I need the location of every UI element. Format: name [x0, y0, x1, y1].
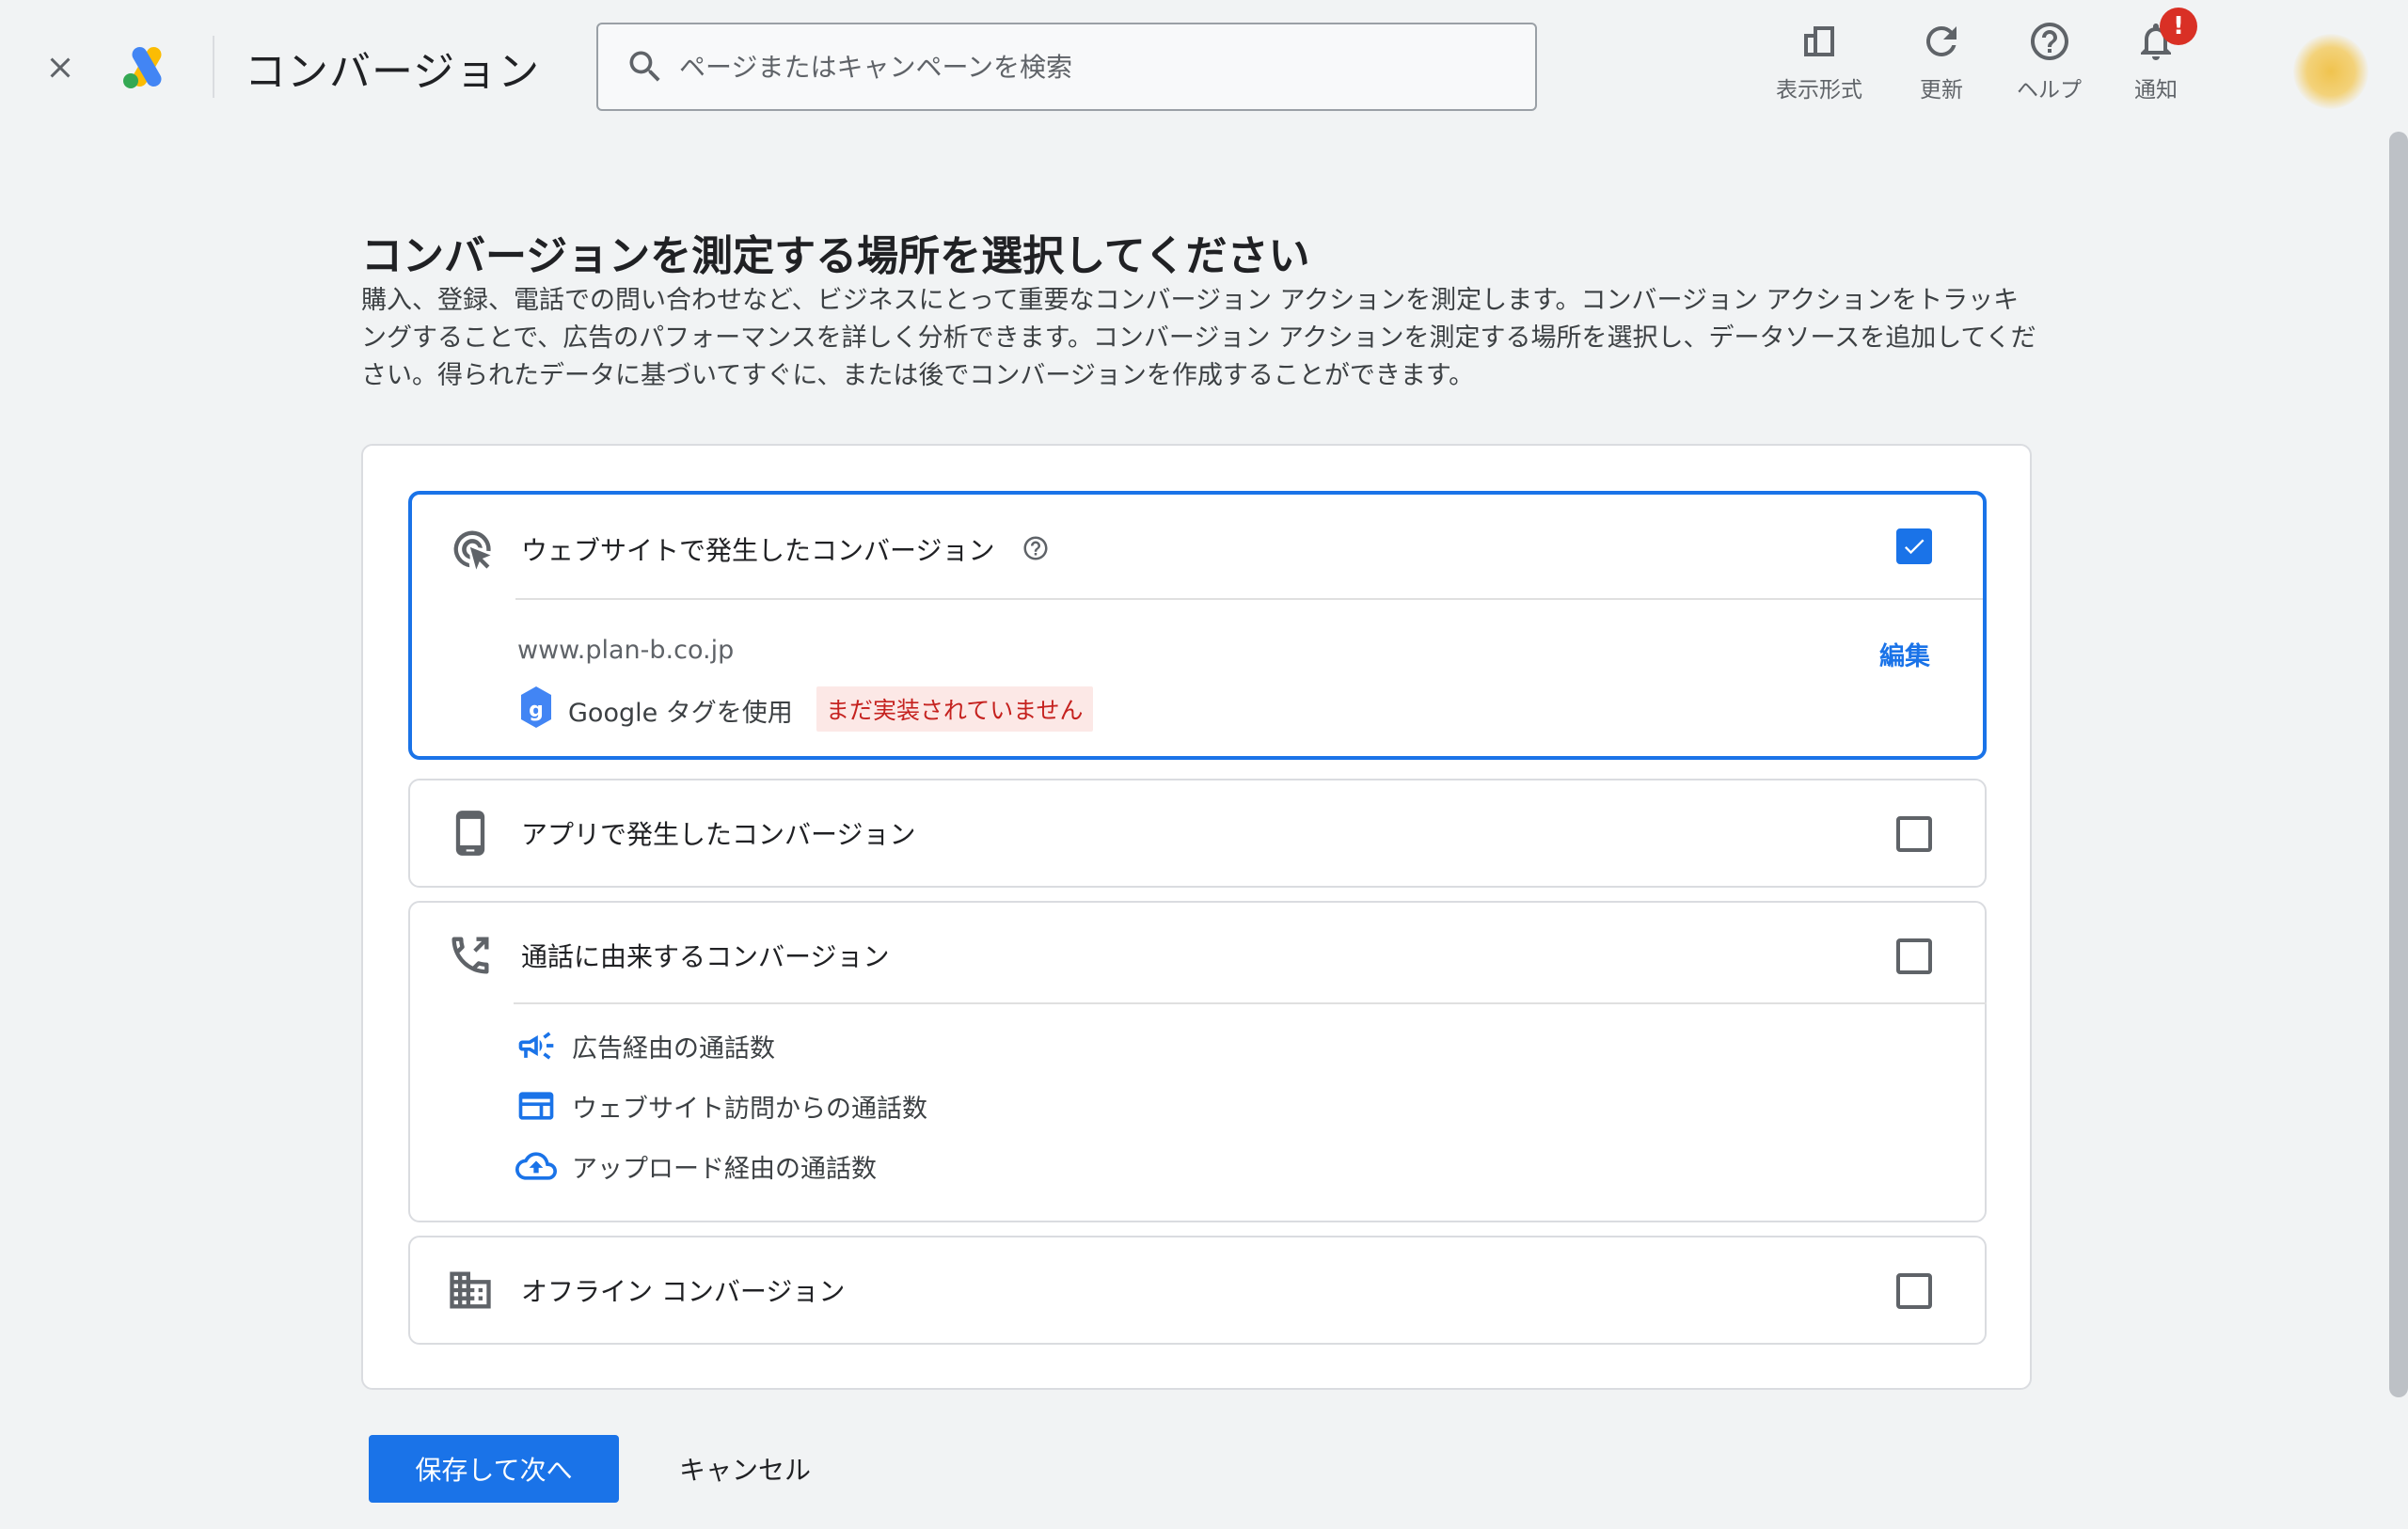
website-option-checkbox[interactable]: [1896, 528, 1932, 564]
call-source-upload-label: アップロード経由の通話数: [572, 1154, 877, 1184]
website-url: www.plan-b.co.jp: [517, 636, 735, 665]
option-offline-conversions[interactable]: オフライン コンバージョン: [408, 1236, 1987, 1345]
implementation-status-badge: まだ実装されていません: [816, 686, 1093, 732]
search-box[interactable]: [596, 23, 1537, 111]
offline-option-label: オフライン コンバージョン: [521, 1276, 846, 1307]
check-icon: [1904, 539, 1925, 555]
conversion-source-card: ウェブサイトで発生したコンバージョン www.plan-b.co.jp 編集 g…: [361, 444, 2032, 1390]
page-title: コンバージョンを測定する場所を選択してください: [361, 232, 1310, 280]
call-source-upload: アップロード経由の通話数: [515, 1145, 877, 1187]
close-button[interactable]: [38, 45, 83, 90]
building-icon: [450, 1271, 491, 1309]
account-avatar[interactable]: [2293, 34, 2368, 109]
website-option-label: ウェブサイトで発生したコンバージョン: [521, 535, 995, 566]
close-icon: [50, 57, 71, 78]
smartphone-icon: [455, 811, 485, 856]
option-call-conversions[interactable]: 通話に由来するコンバージョン 広告経由の通話数 ウェブサイト訪問からの通話数 ア…: [408, 901, 1987, 1222]
svg-text:g: g: [529, 699, 544, 722]
save-and-next-button[interactable]: 保存して次へ: [369, 1435, 619, 1503]
option-website-conversions[interactable]: ウェブサイトで発生したコンバージョン www.plan-b.co.jp 編集 g…: [408, 491, 1987, 760]
offline-option-checkbox[interactable]: [1896, 1273, 1932, 1309]
view-format-icon: [1804, 26, 1834, 56]
app-option-checkbox[interactable]: [1896, 816, 1932, 852]
page-description: 購入、登録、電話での問い合わせなど、ビジネスにとって重要なコンバージョン アクシ…: [361, 286, 2036, 390]
top-app-bar: コンバージョン 表示形式 更新 ヘルプ 通知 !: [0, 0, 2408, 137]
notifications-label: 通知: [2134, 78, 2178, 102]
search-icon: [629, 51, 660, 82]
app-option-label: アプリで発生したコンバージョン: [521, 819, 916, 850]
call-option-divider: [514, 1002, 1987, 1004]
search-input[interactable]: [679, 51, 1507, 83]
call-option-label: 通話に由来するコンバージョン: [521, 941, 890, 972]
option-app-conversions[interactable]: アプリで発生したコンバージョン: [408, 779, 1987, 888]
cancel-button[interactable]: キャンセル: [658, 1435, 832, 1503]
cursor-click-icon: [453, 530, 491, 570]
help-circle-icon: [2030, 23, 2068, 60]
help-button[interactable]: ヘルプ: [2017, 19, 2082, 103]
call-source-ads-label: 広告経由の通話数: [572, 1033, 775, 1064]
notification-alert-badge: !: [2160, 8, 2197, 45]
edit-website-link[interactable]: 編集: [1879, 636, 1930, 672]
view-format-label: 表示形式: [1776, 78, 1862, 102]
page-section-title: コンバージョン: [245, 48, 541, 96]
website-option-divider: [515, 598, 1983, 600]
google-ads-logo[interactable]: [120, 43, 173, 90]
megaphone-icon: [518, 1032, 554, 1060]
refresh-button[interactable]: 更新: [1919, 19, 1964, 103]
help-label: ヘルプ: [2017, 78, 2082, 102]
call-source-website: ウェブサイト訪問からの通話数: [515, 1085, 927, 1127]
web-page-icon: [518, 1092, 554, 1120]
help-tooltip-icon[interactable]: [1022, 534, 1050, 562]
cloud-upload-icon: [515, 1152, 557, 1180]
refresh-label: 更新: [1920, 78, 1963, 102]
google-tag-icon: g: [521, 686, 551, 728]
header-divider: [213, 36, 214, 98]
google-tag-label: Google タグを使用: [568, 699, 793, 728]
refresh-icon: [1925, 25, 1956, 56]
call-option-checkbox[interactable]: [1896, 938, 1932, 974]
phone-callback-icon: [452, 937, 489, 974]
page-scrollbar[interactable]: [2389, 132, 2408, 1397]
notifications-button[interactable]: 通知 !: [2133, 8, 2197, 103]
call-source-ads: 広告経由の通話数: [515, 1025, 775, 1066]
call-source-website-label: ウェブサイト訪問からの通話数: [572, 1094, 927, 1124]
view-format-button[interactable]: 表示形式: [1776, 19, 1862, 103]
